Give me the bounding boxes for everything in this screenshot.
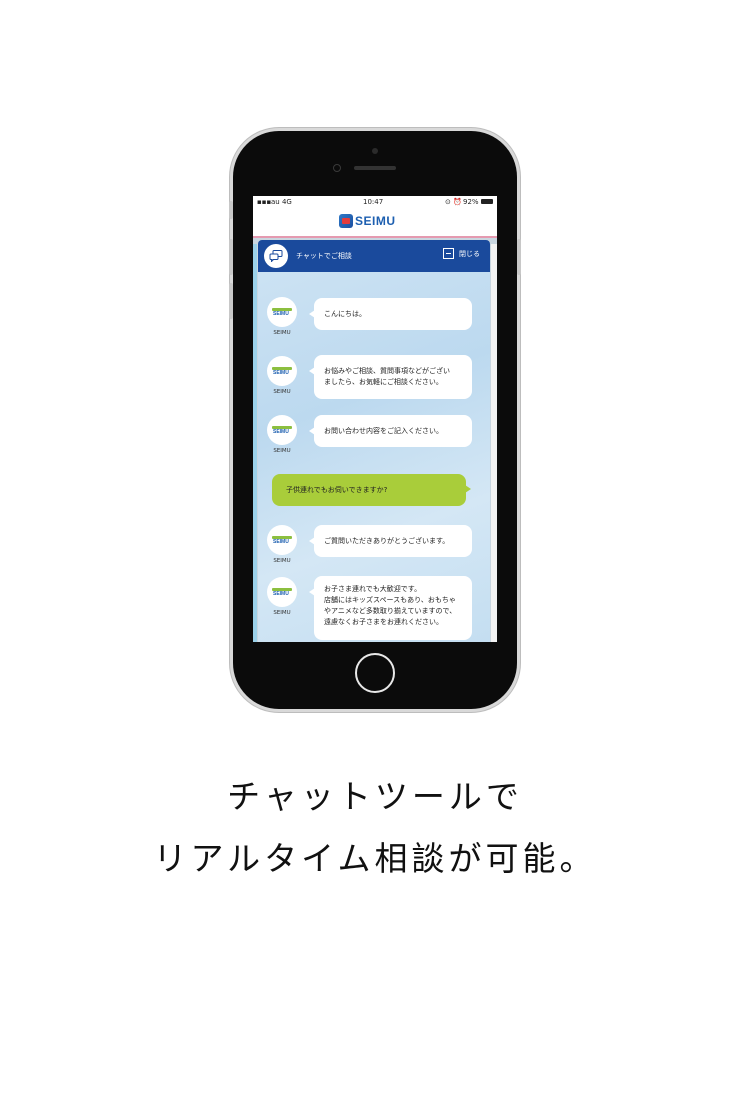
- phone-frame: ▪▪▪ au 4G 10:47 ⊙ ⏰ 92% SEIMU チャットでご相談 閉…: [229, 131, 521, 709]
- phone-screen: ▪▪▪ au 4G 10:47 ⊙ ⏰ 92% SEIMU チャットでご相談 閉…: [253, 196, 497, 642]
- volume-down-button: [229, 283, 233, 319]
- bot-message-bubble: お子さま連れでも大歓迎です。 店舗にはキッズスペースもあり、おもちゃ やアニメな…: [309, 576, 472, 640]
- sender-name: SEIMU: [273, 558, 291, 564]
- front-camera: [333, 164, 341, 172]
- mute-switch: [229, 201, 233, 219]
- signal-icon: ▪▪▪: [257, 198, 272, 206]
- seimu-avatar: SEIMU: [267, 297, 297, 327]
- status-bar: ▪▪▪ au 4G 10:47 ⊙ ⏰ 92%: [253, 196, 497, 208]
- site-logo[interactable]: SEIMU: [339, 212, 396, 230]
- clock: 10:47: [363, 198, 384, 206]
- seimu-avatar: SEIMU: [267, 525, 297, 555]
- carrier-label: au 4G: [271, 198, 292, 206]
- alarm-icon: ⊙ ⏰: [445, 198, 462, 206]
- chat-close-button[interactable]: 閉じる: [443, 248, 480, 259]
- bot-message-bubble: ご質問いただきありがとうございます。: [309, 525, 472, 557]
- seimu-avatar: SEIMU: [267, 577, 297, 607]
- user-message-bubble: 子供連れでもお伺いできますか?: [272, 474, 471, 506]
- site-header: SEIMU: [253, 208, 497, 238]
- seimu-avatar: SEIMU: [267, 415, 297, 445]
- chat-bubbles-icon: [264, 244, 288, 268]
- logo-text: SEIMU: [355, 214, 396, 228]
- seimu-avatar: SEIMU: [267, 356, 297, 386]
- battery-icon: [481, 199, 493, 204]
- home-button[interactable]: [355, 653, 395, 693]
- sender-name: SEIMU: [273, 330, 291, 336]
- minimize-icon: [443, 248, 454, 259]
- front-sensor: [372, 148, 378, 154]
- volume-up-button: [229, 239, 233, 275]
- bot-message-bubble: こんにちは。: [309, 298, 472, 330]
- bot-message-bubble: お問い合わせ内容をご記入ください。: [309, 415, 472, 447]
- sender-name: SEIMU: [273, 448, 291, 454]
- earpiece-speaker: [354, 166, 396, 170]
- logo-mark-icon: [339, 214, 353, 228]
- chat-header: チャットでご相談 閉じる: [258, 240, 490, 272]
- page-right-edge: [491, 244, 497, 642]
- sender-name: SEIMU: [273, 389, 291, 395]
- battery-percent: 92%: [463, 198, 479, 206]
- chat-window: チャットでご相談 閉じる SEIMU SEIMU こんにちは。 SEIMU SE…: [258, 240, 490, 642]
- caption-line-2: リアルタイム相談が可能。: [153, 839, 597, 878]
- caption-line-1: チャットツールで: [227, 777, 523, 816]
- power-button: [517, 239, 521, 275]
- sender-name: SEIMU: [273, 610, 291, 616]
- bot-message-bubble: お悩みやご相談、質問事項などがござい ましたら、お気軽にご相談ください。: [309, 355, 472, 399]
- close-label: 閉じる: [459, 249, 480, 258]
- chat-title: チャットでご相談: [296, 252, 352, 260]
- page-left-edge: [253, 244, 257, 642]
